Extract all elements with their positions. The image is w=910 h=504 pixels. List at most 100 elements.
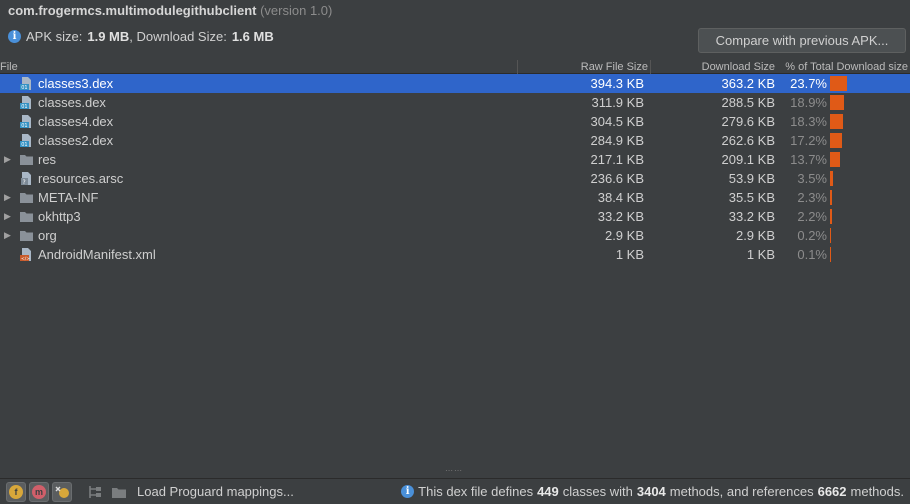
xml-file-icon: </> [19, 247, 34, 262]
table-header: File Raw File Size Download Size % of To… [0, 60, 910, 74]
dex-file-icon: 01 [19, 133, 34, 148]
table-row[interactable]: ▶ META-INF 38.4 KB 35.5 KB 2.3% [0, 188, 910, 207]
download-size-value: 1.6 MB [231, 28, 274, 44]
status-bar: f m Load Proguard mappings... i This dex… [0, 478, 910, 504]
file-name: classes4.dex [38, 114, 114, 129]
percent-of-total: 0.1% [797, 247, 827, 262]
column-divider[interactable] [517, 60, 518, 74]
package-name: com.frogermcs.multimodulegithubclient [8, 3, 257, 18]
size-bar [830, 171, 833, 186]
file-name: res [38, 152, 57, 167]
resize-grip-icon[interactable]: ⋯⋯ [445, 467, 462, 475]
info-icon: i [8, 29, 21, 43]
file-name: okhttp3 [38, 209, 81, 224]
size-bar [830, 133, 843, 148]
apk-size-label: APK size: [26, 28, 83, 44]
expand-arrow-icon[interactable]: ▶ [4, 150, 14, 169]
folder-icon [19, 190, 34, 205]
expand-arrow-icon[interactable]: ▶ [4, 207, 14, 226]
file-name: classes.dex [38, 95, 106, 110]
download-size: 1 KB [746, 247, 775, 262]
file-name: AndroidManifest.xml [38, 247, 156, 262]
method-icon: m [32, 485, 46, 499]
dex-file-icon: 01 [19, 76, 34, 91]
table-row[interactable]: 01 classes3.dex 394.3 KB 363.2 KB 23.7% [0, 74, 910, 93]
folder-icon [19, 152, 34, 167]
file-name: classes3.dex [38, 76, 114, 91]
column-percent[interactable]: % of Total Download size [785, 60, 908, 74]
size-bar [830, 152, 840, 167]
download-size: 53.9 KB [728, 171, 775, 186]
raw-size: 236.6 KB [590, 171, 645, 186]
apk-size-summary: i APK size: 1.9 MB, Download Size: 1.6 M… [8, 27, 274, 45]
column-file[interactable]: File [0, 60, 18, 74]
download-size: 35.5 KB [728, 190, 775, 205]
percent-of-total: 17.2% [790, 133, 827, 148]
download-size: 2.9 KB [735, 228, 775, 243]
dex-file-icon: 01 [19, 114, 34, 129]
field-icon: f [9, 485, 23, 499]
load-proguard-link[interactable]: Load Proguard mappings... [137, 484, 294, 499]
size-bar [830, 114, 844, 129]
svg-text:01: 01 [21, 142, 27, 148]
raw-size: 2.9 KB [604, 228, 644, 243]
hierarchy-icon[interactable] [87, 484, 103, 500]
table-row[interactable]: ▶ org 2.9 KB 2.9 KB 0.2% [0, 226, 910, 245]
raw-size: 33.2 KB [597, 209, 644, 224]
column-download-size[interactable]: Download Size [702, 60, 775, 74]
compare-apk-button[interactable]: Compare with previous APK... [698, 28, 906, 53]
svg-text:</>: </> [21, 256, 30, 262]
percent-of-total: 0.2% [797, 228, 827, 243]
folder-icon [19, 209, 34, 224]
expand-arrow-icon[interactable]: ▶ [4, 188, 14, 207]
raw-size: 304.5 KB [590, 114, 645, 129]
table-row[interactable]: ? resources.arsc 236.6 KB 53.9 KB 3.5% [0, 169, 910, 188]
size-bar [830, 190, 832, 205]
percent-of-total: 2.2% [797, 209, 827, 224]
expand-arrow-icon[interactable]: ▶ [4, 226, 14, 245]
raw-size: 1 KB [615, 247, 644, 262]
file-name: org [38, 228, 57, 243]
svg-text:01: 01 [21, 104, 27, 110]
folder-icon [19, 228, 34, 243]
percent-of-total: 3.5% [797, 171, 827, 186]
package-folder-icon[interactable] [111, 484, 127, 500]
column-raw-size[interactable]: Raw File Size [581, 60, 648, 74]
table-row[interactable]: ▶ res 217.1 KB 209.1 KB 13.7% [0, 150, 910, 169]
file-tree-table[interactable]: 01 classes3.dex 394.3 KB 363.2 KB 23.7% 01 cla… [0, 74, 910, 468]
percent-of-total: 2.3% [797, 190, 827, 205]
size-bar [830, 209, 832, 224]
dex-info-text: i This dex file defines 449 classes with… [401, 484, 904, 499]
file-name: resources.arsc [38, 171, 124, 186]
size-bar [830, 76, 847, 91]
percent-of-total: 18.3% [790, 114, 827, 129]
size-bar [830, 247, 831, 262]
download-size: 363.2 KB [721, 76, 776, 91]
show-referenced-button[interactable] [52, 482, 72, 502]
percent-of-total: 23.7% [790, 76, 827, 91]
show-methods-button[interactable]: m [29, 482, 49, 502]
raw-size: 311.9 KB [591, 95, 644, 110]
column-divider[interactable] [650, 60, 651, 74]
raw-size: 284.9 KB [590, 133, 645, 148]
table-row[interactable]: 01 classes4.dex 304.5 KB 279.6 KB 18.3% [0, 112, 910, 131]
show-fields-button[interactable]: f [6, 482, 26, 502]
table-row[interactable]: </> AndroidManifest.xml 1 KB 1 KB 0.1% [0, 245, 910, 264]
methods-count: 3404 [636, 484, 666, 499]
download-size: 279.6 KB [721, 114, 776, 129]
dex-file-icon: 01 [19, 95, 34, 110]
table-row[interactable]: 01 classes.dex 311.9 KB 288.5 KB 18.9% [0, 93, 910, 112]
svg-text:01: 01 [21, 123, 27, 129]
methods-word: methods, and references [669, 484, 814, 499]
dex-prefix: This dex file defines [418, 484, 534, 499]
classes-count: 449 [537, 484, 559, 499]
referenced-methods-icon [55, 486, 69, 498]
references-count: 6662 [817, 484, 847, 499]
raw-size: 38.4 KB [597, 190, 644, 205]
unknown-file-icon: ? [19, 171, 34, 186]
svg-text:01: 01 [21, 85, 27, 91]
table-row[interactable]: ▶ okhttp3 33.2 KB 33.2 KB 2.2% [0, 207, 910, 226]
download-size: 209.1 KB [721, 152, 776, 167]
table-row[interactable]: 01 classes2.dex 284.9 KB 262.6 KB 17.2% [0, 131, 910, 150]
raw-size: 217.1 KB [590, 152, 645, 167]
